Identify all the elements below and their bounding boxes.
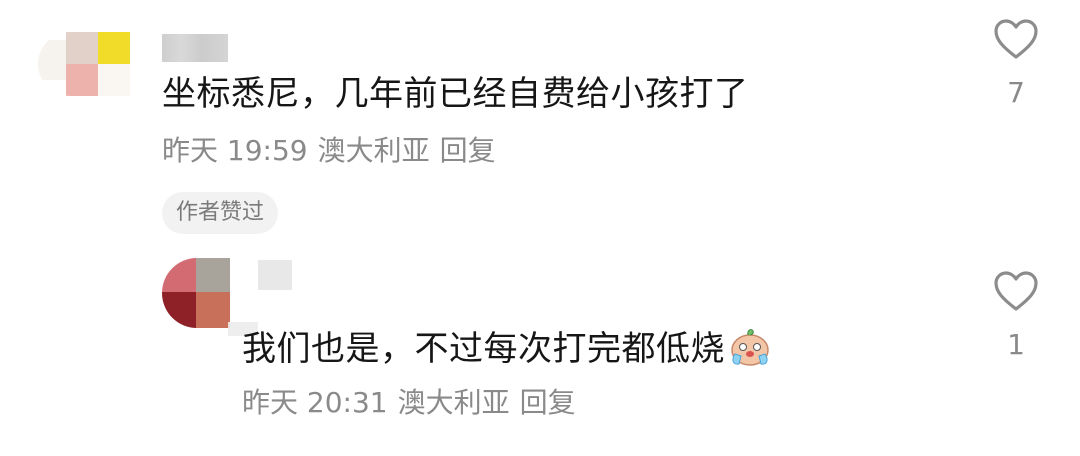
like-button[interactable]	[986, 18, 1046, 60]
avatar-tile	[66, 32, 98, 64]
comment-text: 我们也是，不过每次打完都低烧	[242, 329, 725, 369]
comment-location: 澳大利亚	[397, 386, 510, 419]
comment-meta: 昨天 19:59 澳大利亚 回复	[162, 134, 506, 168]
avatar-tile	[38, 40, 66, 80]
reply-button[interactable]: 回复	[440, 134, 496, 167]
like-count: 7	[1007, 76, 1025, 109]
heart-outline-icon	[994, 271, 1038, 311]
avatar-tile	[162, 258, 196, 292]
avatar[interactable]	[162, 258, 258, 328]
author-liked-badge: 作者赞过	[162, 192, 279, 234]
avatar-tile	[98, 64, 130, 96]
username-blurred[interactable]	[258, 260, 292, 290]
heart-outline-icon	[994, 19, 1038, 59]
avatar-tile	[162, 292, 196, 328]
comment-text: 坐标悉尼，几年前已经自费给小孩打了	[162, 74, 749, 114]
avatar-tile	[230, 266, 258, 294]
comment-time: 昨天 19:59	[162, 134, 308, 167]
avatar[interactable]	[38, 32, 134, 96]
comment-time: 昨天 20:31	[242, 386, 388, 419]
avatar-tile	[196, 258, 230, 292]
avatar-tile	[196, 292, 230, 328]
like-button[interactable]	[986, 270, 1046, 312]
avatar-tile	[66, 64, 98, 96]
crying-emoji-icon	[727, 326, 773, 366]
comment-meta: 昨天 20:31 澳大利亚 回复	[242, 386, 586, 420]
reply-button[interactable]: 回复	[520, 386, 576, 419]
comment-text-row: 我们也是，不过每次打完都低烧	[242, 326, 773, 369]
avatar-tile	[98, 32, 130, 64]
username-blurred[interactable]	[162, 34, 228, 62]
like-count: 1	[1007, 328, 1025, 361]
comment-location: 澳大利亚	[317, 134, 430, 167]
